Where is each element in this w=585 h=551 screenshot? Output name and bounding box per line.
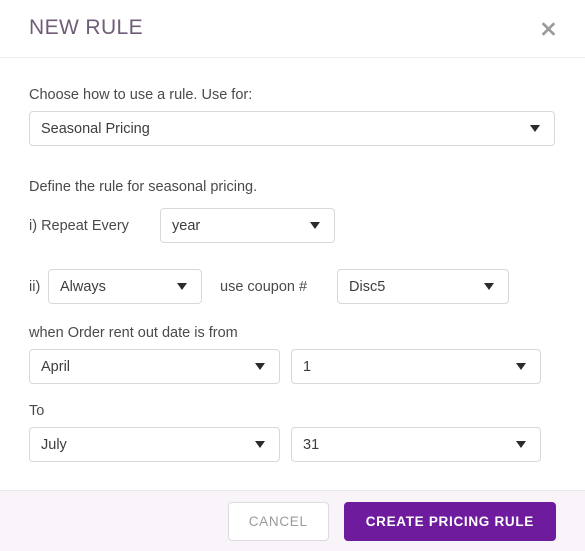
to-date-label: To [29,403,45,419]
rule-type-select-value: Seasonal Pricing [41,120,150,137]
coupon-condition-select[interactable]: Always [48,269,202,304]
modal-footer: CANCEL CREATE PRICING RULE [0,490,585,551]
coupon-condition-prefix-label: ii) [29,279,41,295]
to-day-select-value: 31 [303,436,320,453]
new-rule-modal: NEW RULE Choose how to use a rule. Use f… [0,0,585,551]
rule-type-select[interactable]: Seasonal Pricing [29,111,555,146]
rule-type-label: Choose how to use a rule. Use for: [29,87,253,103]
coupon-select-value: Disc5 [349,278,386,295]
modal-header: NEW RULE [0,0,585,58]
use-coupon-label: use coupon # [220,279,308,295]
repeat-every-select[interactable]: year [160,208,335,243]
chevron-down-icon [255,363,265,370]
chevron-down-icon [255,441,265,448]
close-icon [540,20,557,37]
coupon-select[interactable]: Disc5 [337,269,509,304]
close-button[interactable] [535,15,561,41]
repeat-every-select-value: year [172,217,201,234]
to-month-select-value: July [41,436,67,453]
define-rule-label: Define the rule for seasonal pricing. [29,179,258,195]
repeat-every-label: i) Repeat Every [29,218,129,234]
chevron-down-icon [484,283,494,290]
cancel-button[interactable]: CANCEL [227,501,329,541]
from-month-select-value: April [41,358,71,375]
chevron-down-icon [516,441,526,448]
chevron-down-icon [530,125,540,132]
to-day-select[interactable]: 31 [291,427,541,462]
to-month-select[interactable]: July [29,427,280,462]
from-month-select[interactable]: April [29,349,280,384]
from-date-label: when Order rent out date is from [29,325,238,341]
chevron-down-icon [310,222,320,229]
chevron-down-icon [177,283,187,290]
chevron-down-icon [516,363,526,370]
page-title: NEW RULE [29,16,144,39]
from-day-select-value: 1 [303,358,312,375]
coupon-condition-select-value: Always [60,278,106,295]
modal-body: Choose how to use a rule. Use for: Seaso… [0,58,585,490]
create-pricing-rule-button[interactable]: CREATE PRICING RULE [343,501,556,541]
from-day-select[interactable]: 1 [291,349,541,384]
